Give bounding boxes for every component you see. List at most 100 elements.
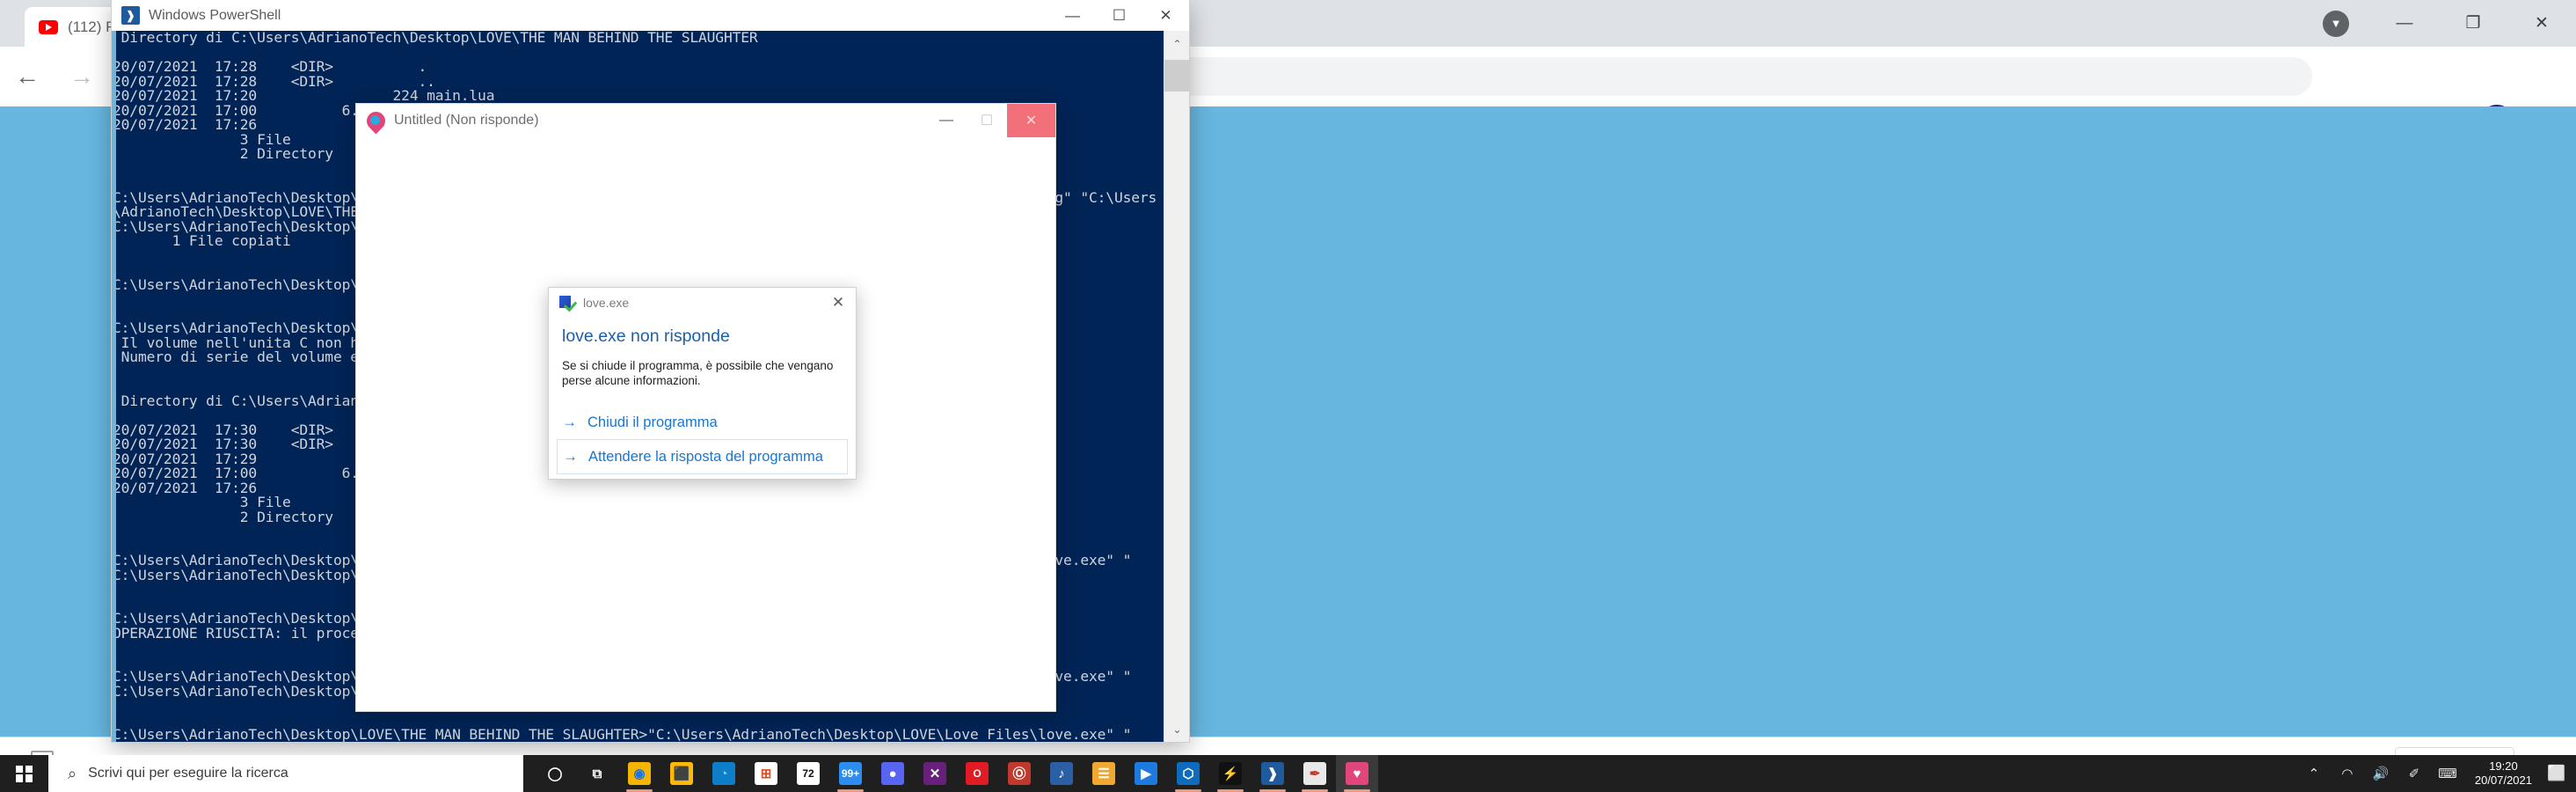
taskbar-button-cortana[interactable]: ◯ [534,755,576,792]
windows-logo-icon [16,765,33,782]
windows-taskbar: ⌕ Scrivi qui per eseguire la ricerca ◯ ⧉ ◉… [0,755,2576,792]
opera-icon: O [966,762,989,785]
powershell-selection-edge [112,31,116,742]
discord-icon: ● [881,762,904,785]
taskbar-button-media-player[interactable]: ▶ [1125,755,1167,792]
taskbar-button-vs-code[interactable]: ⬡ [1167,755,1209,792]
taskbar-button-paint[interactable]: ✒ [1294,755,1336,792]
arrow-right-icon: → [562,414,577,430]
pen-menu-icon[interactable]: ✐ [2397,755,2431,792]
seventy-two-icon: 72 [797,762,820,785]
taskbar-button-visual-studio[interactable]: ✕ [914,755,956,792]
close-icon[interactable]: ✕ [821,288,856,317]
taskbar-button-discord[interactable]: ● [872,755,914,792]
flash-player-icon: ⚡ [1219,762,1242,785]
search-icon: ⌕ [68,764,77,782]
love-minimize-button[interactable]: — [926,104,967,137]
powershell-window-controls: — ☐ ✕ [1049,0,1189,31]
download-arrow-icon: ▼ [2323,10,2349,37]
powershell-scrollbar[interactable]: ⌃ ⌄ [1164,31,1190,742]
love-close-button[interactable]: ✕ [1007,104,1055,137]
taskbar-search-box[interactable]: ⌕ Scrivi qui per eseguire la ricerca [48,755,523,792]
browser-download-bubble-button[interactable]: ▼ [2302,0,2370,47]
system-tray: ⌃ ◠ 🔊 ✐ ⌨ 19:20 20/07/2021 ⬜ [2297,755,2576,792]
wifi-icon[interactable]: ◠ [2331,755,2364,792]
taskbar-button-microsoft-edge[interactable]: ◔ [703,755,745,792]
microsoft-store-icon: ⊞ [755,762,777,785]
browser-close-button[interactable]: ✕ [2507,0,2576,47]
tray-icons: ⌃ ◠ 🔊 ✐ ⌨ [2297,755,2464,792]
powershell-minimize-button[interactable]: — [1049,0,1096,31]
taskbar-button-task-view[interactable]: ⧉ [576,755,618,792]
powershell-title-bar[interactable]: ❱ Windows PowerShell — ☐ ✕ [112,0,1189,31]
close-program-action[interactable]: → Chiudi il programma [549,406,856,439]
microsoft-edge-icon: ◔ [712,762,735,785]
taskbar-button-love2d[interactable]: ♥ [1336,755,1378,792]
show-hidden-icons-chevron[interactable]: ⌃ [2297,755,2331,792]
taskbar-button-flash-player[interactable]: ⚡ [1209,755,1252,792]
taskbar-button-audacity[interactable]: ♪ [1040,755,1083,792]
taskbar-button-mail[interactable]: 99+ [829,755,872,792]
browser-forward-button[interactable]: → [55,47,109,106]
dialog-title-bar: love.exe ✕ [549,288,856,317]
browser-back-button[interactable]: ← [0,47,55,106]
scrollbar-thumb[interactable] [1164,60,1190,92]
start-button[interactable] [0,755,48,792]
task-view-icon: ⧉ [592,766,602,781]
love-maximize-button[interactable]: ☐ [967,104,1007,137]
windows-powershell-icon: ❱ [1261,762,1284,785]
mail-icon: 99+ [839,762,862,785]
taskbar-app-buttons: ◯ ⧉ ◉ ⬛ ◔ ⊞ 72 99+ ● ✕ O Ⓞ ♪ ☰ ▶ ⬡ ⚡ ❱ ✒ ♥ [534,755,1378,792]
taskbar-button-opera-gx[interactable]: Ⓞ [998,755,1040,792]
taskbar-button-seventy-two[interactable]: 72 [787,755,829,792]
touch-keyboard-icon[interactable]: ⌨ [2431,755,2464,792]
dialog-heading: love.exe non risponde [562,326,730,346]
notepad-app-icon: ☰ [1092,762,1115,785]
close-program-label: Chiudi il programma [587,414,718,430]
browser-minimize-button[interactable]: — [2370,0,2439,47]
clock-time: 19:20 [2489,759,2518,773]
love2d-icon [367,112,385,130]
scroll-up-icon[interactable]: ⌃ [1164,31,1190,56]
audacity-icon: ♪ [1050,762,1073,785]
media-player-icon: ▶ [1135,762,1157,785]
taskbar-button-microsoft-store[interactable]: ⊞ [745,755,787,792]
love-window-controls: — ☐ ✕ [926,104,1055,137]
taskbar-clock[interactable]: 19:20 20/07/2021 [2464,755,2543,792]
dialog-app-name: love.exe [583,295,630,310]
google-chrome-icon: ◉ [628,762,651,785]
love-exe-icon [559,295,575,311]
powershell-maximize-button[interactable]: ☐ [1096,0,1142,31]
paint-icon: ✒ [1303,762,1326,785]
browser-window-controls: ▼ — ❐ ✕ [2302,0,2576,47]
action-center-icon[interactable]: ⬜ [2543,755,2571,792]
cortana-icon: ◯ [547,766,563,781]
dialog-actions: → Chiudi il programma → Attendere la ris… [549,406,856,474]
visual-studio-icon: ✕ [923,762,946,785]
not-responding-dialog: love.exe ✕ love.exe non risponde Se si c… [548,287,857,480]
clock-date: 20/07/2021 [2474,774,2532,787]
search-placeholder: Scrivi qui per eseguire la ricerca [88,766,288,781]
taskbar-button-google-chrome[interactable]: ◉ [618,755,660,792]
taskbar-button-opera[interactable]: O [956,755,998,792]
love-window-title: Untitled (Non risponde) [394,113,539,128]
taskbar-button-windows-powershell[interactable]: ❱ [1252,755,1294,792]
youtube-icon [39,19,58,34]
volume-icon[interactable]: 🔊 [2364,755,2397,792]
powershell-close-button[interactable]: ✕ [1142,0,1189,31]
scroll-down-icon[interactable]: ⌄ [1164,716,1190,742]
opera-gx-icon: Ⓞ [1008,762,1031,785]
file-explorer-icon: ⬛ [670,762,693,785]
dialog-description: Se si chiude il programma, è possibile c… [562,359,834,387]
powershell-icon: ❱ [121,6,140,25]
taskbar-button-file-explorer[interactable]: ⬛ [660,755,703,792]
vs-code-icon: ⬡ [1177,762,1200,785]
browser-restore-button[interactable]: ❐ [2439,0,2507,47]
wait-for-program-action[interactable]: → Attendere la risposta del programma [557,439,848,474]
powershell-title: Windows PowerShell [149,7,281,23]
arrow-right-icon: → [563,448,578,465]
love2d-icon: ♥ [1346,762,1368,785]
taskbar-button-notepad-app[interactable]: ☰ [1083,755,1125,792]
wait-for-program-label: Attendere la risposta del programma [588,448,823,465]
love-window-title-bar[interactable]: Untitled (Non risponde) — ☐ ✕ [356,104,1055,137]
